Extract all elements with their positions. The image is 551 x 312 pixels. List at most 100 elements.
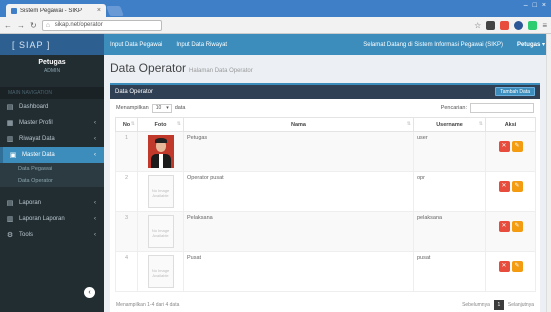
- search-input[interactable]: [470, 103, 534, 113]
- cell-actions: ✕ ✎: [485, 251, 536, 292]
- delete-button[interactable]: ✕: [498, 261, 510, 272]
- sidebar-item-label: Tools: [19, 232, 34, 238]
- new-tab-button[interactable]: [106, 6, 124, 16]
- column-header-username[interactable]: Username ⇅: [413, 117, 486, 132]
- extension-icon[interactable]: [500, 20, 510, 30]
- browser-tabbar: Sistem Pegawai - SIKP × – □ ×: [0, 0, 551, 17]
- cell-no: 4: [115, 251, 138, 292]
- sidebar-item-riwayat[interactable]: ▥ Riwayat Data ‹: [0, 131, 104, 147]
- page-scrollbar[interactable]: [546, 34, 551, 312]
- show-suffix: data: [174, 105, 186, 111]
- cell-nama: Petugas: [183, 131, 414, 172]
- column-header-foto[interactable]: Foto ⇅: [137, 117, 184, 132]
- sidebar-item-label: Master Data: [22, 152, 55, 158]
- browser-tab[interactable]: Sistem Pegawai - SIKP ×: [6, 4, 106, 17]
- sidebar-item-dashboard[interactable]: ▤ Dashboard: [0, 99, 104, 115]
- pager-prev[interactable]: Sebelumnya: [462, 302, 490, 308]
- user-menu[interactable]: Petugas ▾: [517, 41, 545, 48]
- table-row: 1 Petugas user ✕ ✎: [115, 131, 536, 172]
- column-header-nama[interactable]: Nama ⇅: [183, 117, 414, 132]
- table-info: Menampilkan 1-4 dari 4 data: [116, 302, 180, 308]
- database-icon: ▣: [9, 152, 17, 159]
- table-footer: Menampilkan 1-4 dari 4 data Sebelumnya 1…: [116, 298, 534, 312]
- pagination: Sebelumnya 1 Selanjutnya: [462, 300, 534, 310]
- extension-icon[interactable]: [486, 20, 496, 30]
- reload-icon[interactable]: ↻: [30, 21, 37, 30]
- cell-photo: No Image Available: [137, 211, 184, 252]
- table-toolbar: Menampilkan 10 data Pencarian:: [110, 99, 540, 117]
- favicon-icon: [11, 7, 17, 14]
- edit-button[interactable]: ✎: [511, 221, 523, 232]
- chevron-left-icon: ‹: [94, 120, 96, 126]
- gear-icon: ⚙: [6, 232, 14, 239]
- cell-photo: No Image Available: [137, 171, 184, 212]
- top-navbar: Input Data Pegawai Input Data Riwayat Se…: [104, 34, 551, 55]
- sidebar-item-label: Master Profil: [19, 120, 53, 126]
- pager-page-1[interactable]: 1: [493, 300, 504, 310]
- minimize-button[interactable]: –: [524, 2, 528, 9]
- delete-button[interactable]: ✕: [498, 181, 510, 192]
- edit-button[interactable]: ✎: [511, 261, 523, 272]
- delete-button[interactable]: ✕: [498, 221, 510, 232]
- sidebar-subitem-data-pegawai[interactable]: Data Pegawai: [0, 163, 104, 175]
- cell-username: opr: [413, 171, 486, 212]
- cell-actions: ✕ ✎: [485, 131, 536, 172]
- browser-tab-title: Sistem Pegawai - SIKP: [20, 7, 83, 14]
- profile-icon: ▦: [6, 120, 14, 127]
- cell-nama: Pusat: [183, 251, 414, 292]
- search-wrap: Pencarian:: [441, 103, 534, 113]
- sidebar-item-label: Laporan Laporan: [19, 216, 65, 222]
- cell-actions: ✕ ✎: [485, 171, 536, 212]
- user-name: Petugas: [38, 59, 66, 66]
- no-image-placeholder: No Image Available: [147, 175, 174, 208]
- history-icon: ▥: [6, 136, 14, 143]
- sidebar-subitem-data-operator[interactable]: Data Operator: [0, 175, 104, 187]
- show-label: Menampilkan: [116, 105, 149, 111]
- edit-button[interactable]: ✎: [511, 141, 523, 152]
- url-input[interactable]: sikap.net/operator: [41, 19, 162, 31]
- page-title-text: Data Operator: [110, 61, 187, 75]
- sidebar-item-label: Laporan: [19, 200, 42, 206]
- extension-icons: ☆ ≡: [474, 20, 547, 30]
- cell-username: user: [413, 131, 486, 172]
- cell-actions: ✕ ✎: [485, 211, 536, 252]
- back-icon[interactable]: ←: [4, 21, 12, 30]
- edit-button[interactable]: ✎: [511, 181, 523, 192]
- page-length-select[interactable]: 10: [151, 103, 172, 113]
- cell-photo: No Image Available: [137, 251, 184, 292]
- sidebar-item-master-data[interactable]: ▣ Master Data ‹: [0, 147, 104, 163]
- extension-icon[interactable]: [528, 20, 538, 30]
- table-row: 4 No Image Available Pusat pusat ✕ ✎: [115, 251, 536, 292]
- chevron-left-icon: ‹: [94, 232, 96, 238]
- maximize-button[interactable]: □: [533, 2, 537, 9]
- user-panel: Petugas ADMIN: [0, 55, 104, 81]
- extension-icon[interactable]: [514, 20, 524, 30]
- chevron-left-icon: ‹: [94, 200, 96, 206]
- cell-photo: [137, 131, 184, 172]
- cell-nama: Operator pusat: [183, 171, 414, 212]
- menu-icon[interactable]: ≡: [542, 21, 547, 30]
- sidebar-item-tools[interactable]: ⚙ Tools ‹: [0, 227, 104, 243]
- add-data-button[interactable]: Tambah Data: [495, 87, 535, 96]
- close-window-button[interactable]: ×: [542, 2, 546, 9]
- user-role: ADMIN: [43, 68, 61, 74]
- tab-close-icon[interactable]: ×: [97, 7, 101, 14]
- sidebar-item-laporan-laporan[interactable]: ▥ Laporan Laporan ‹: [0, 211, 104, 227]
- column-header-no[interactable]: No ⇅: [115, 117, 138, 132]
- table-row: 3 No Image Available Pelaksana pelaksana…: [115, 211, 536, 252]
- delete-button[interactable]: ✕: [498, 141, 510, 152]
- nav-link-input-pegawai[interactable]: Input Data Pegawai: [110, 42, 162, 48]
- dashboard-icon: ▤: [6, 104, 14, 111]
- window-controls: – □ ×: [524, 2, 546, 9]
- forward-icon[interactable]: →: [17, 21, 25, 30]
- chevron-left-icon: ‹: [94, 216, 96, 222]
- collapse-sidebar-button[interactable]: ‹: [84, 287, 95, 298]
- pager-next[interactable]: Selanjutnya: [508, 302, 534, 308]
- app-logo[interactable]: [ SIAP ]: [0, 34, 104, 55]
- sidebar-item-laporan[interactable]: ▤ Laporan ‹: [0, 195, 104, 211]
- table-header-row: No ⇅ Foto ⇅ Nama ⇅ Username ⇅ Aksi: [115, 117, 536, 132]
- nav-link-input-riwayat[interactable]: Input Data Riwayat: [176, 42, 227, 48]
- bookmark-icon[interactable]: ☆: [474, 21, 481, 30]
- sidebar-item-master-profil[interactable]: ▦ Master Profil ‹: [0, 115, 104, 131]
- list-icon: ▥: [6, 216, 14, 223]
